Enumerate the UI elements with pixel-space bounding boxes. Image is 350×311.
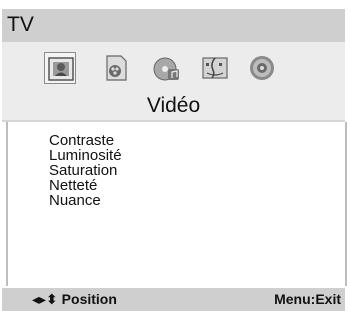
menu-item-nettete[interactable]: Netteté [49, 178, 122, 193]
menu-item-nuance[interactable]: Nuance [49, 193, 122, 208]
menu-panel: Contraste Luminosité Saturation Netteté … [2, 122, 345, 286]
video-file-icon[interactable] [100, 52, 132, 84]
panel-border-left [6, 122, 8, 286]
music-disc-icon[interactable] [150, 52, 182, 84]
position-hint: ◂▸⬍ Position [32, 291, 117, 307]
section-title: Vidéo [2, 94, 345, 122]
settings-icon[interactable] [246, 52, 278, 84]
title-bar: TV [2, 9, 345, 42]
menu-item-saturation[interactable]: Saturation [49, 163, 122, 178]
window-title: TV [7, 13, 34, 36]
status-bar: ◂▸⬍ Position Menu:Exit [2, 288, 345, 311]
menu-list: Contraste Luminosité Saturation Netteté … [49, 133, 122, 208]
photo-icon[interactable] [44, 52, 76, 84]
menu-item-luminosite[interactable]: Luminosité [49, 148, 122, 163]
panel-border-right [345, 122, 347, 286]
menu-item-contraste[interactable]: Contraste [49, 133, 122, 148]
file-manager-icon[interactable] [199, 52, 231, 84]
menu-exit-hint: Menu:Exit [274, 291, 341, 307]
category-icon-row [2, 42, 345, 94]
